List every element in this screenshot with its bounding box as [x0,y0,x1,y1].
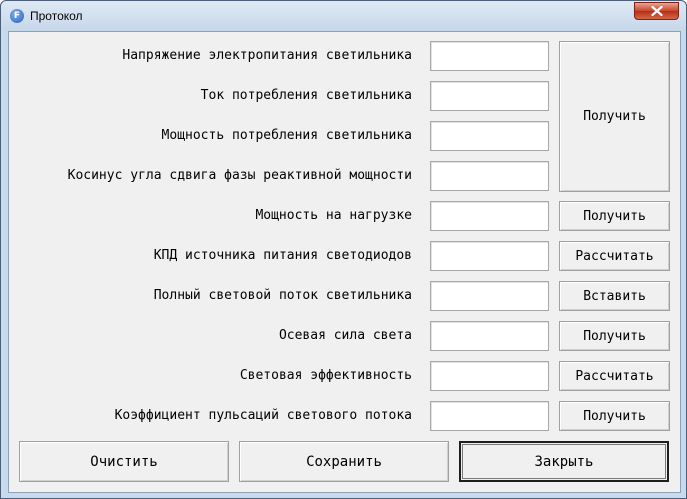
label-power-consumption: Мощность потребления светильника [161,128,412,143]
protocol-window: F Протокол Напряжение электропитания све… [0,0,687,499]
form-area: Напряжение электропитания светильника То… [8,31,681,493]
window-title: Протокол [30,9,83,23]
app-icon: F [10,9,24,23]
calculate-efficiency-button[interactable]: Рассчитать [559,241,670,271]
label-current-consumption: Ток потребления светильника [200,88,412,103]
label-luminous-flux: Полный световой поток светильника [153,288,412,303]
clear-button[interactable]: Очистить [19,441,229,482]
power-factor-field[interactable] [430,161,549,191]
load-power-field[interactable] [430,201,549,231]
luminous-flux-field[interactable] [430,281,549,311]
get-intensity-button[interactable]: Получить [559,321,670,351]
label-driver-efficiency: КПД источника питания светодиодов [153,248,412,263]
label-power-factor: Косинус угла сдвига фазы реактивной мощн… [67,168,412,183]
driver-efficiency-field[interactable] [430,241,549,271]
label-luminous-efficacy: Световая эффективность [239,368,412,383]
get-measurements-button[interactable]: Получить [559,41,670,192]
calculate-efficacy-button[interactable]: Рассчитать [559,361,670,391]
supply-voltage-field[interactable] [430,41,549,71]
close-button[interactable]: Закрыть [459,441,669,482]
insert-flux-button[interactable]: Вставить [559,281,670,311]
ripple-coefficient-field[interactable] [430,401,549,431]
get-load-power-button[interactable]: Получить [559,201,670,231]
label-ripple-coefficient: Коэффициент пульсаций светового потока [114,408,412,423]
window-close-button[interactable] [634,2,679,20]
close-icon [650,6,663,16]
current-consumption-field[interactable] [430,81,549,111]
label-axial-intensity: Осевая сила света [278,328,412,343]
get-ripple-button[interactable]: Получить [559,401,670,431]
label-load-power: Мощность на нагрузке [255,208,412,223]
luminous-efficacy-field[interactable] [430,361,549,391]
axial-intensity-field[interactable] [430,321,549,351]
label-supply-voltage: Напряжение электропитания светильника [122,48,412,63]
power-consumption-field[interactable] [430,121,549,151]
title-bar[interactable]: F Протокол [1,1,686,31]
save-button[interactable]: Сохранить [239,441,449,482]
